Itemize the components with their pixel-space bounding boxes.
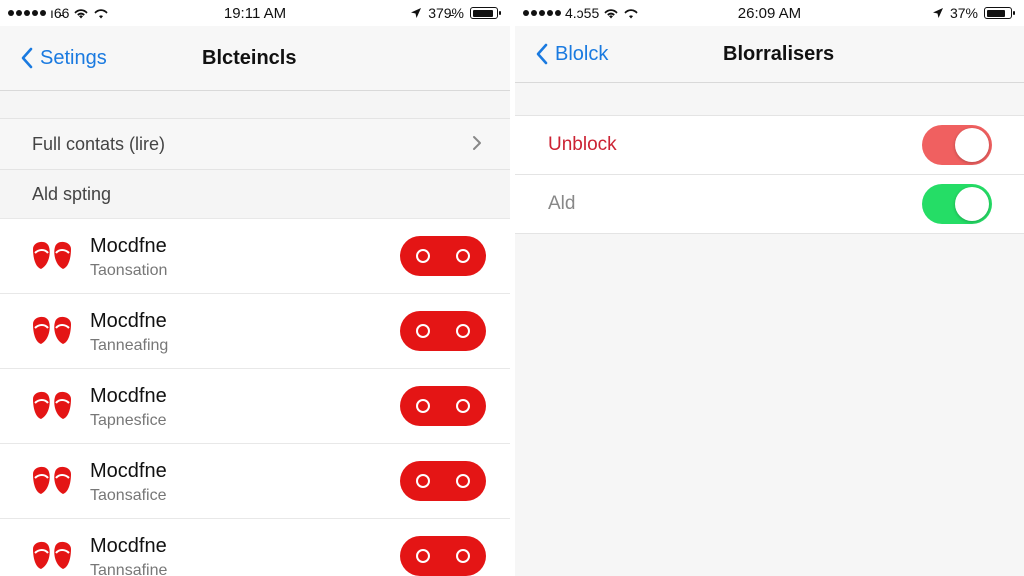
contact-subtitle: Tapnesfice <box>90 412 167 429</box>
contact-subtitle: Tannsafine <box>90 562 168 576</box>
ring-icon <box>416 324 430 338</box>
battery-icon <box>984 7 1015 19</box>
red-mask-icon <box>28 383 76 431</box>
page-title: Blcteincls <box>202 46 297 69</box>
unblock-toggle[interactable] <box>922 125 992 165</box>
contact-name: Mocdfne <box>90 235 167 257</box>
ring-icon <box>416 474 430 488</box>
location-arrow-icon <box>932 8 943 18</box>
ring-icon <box>456 324 470 338</box>
ring-icon <box>456 474 470 488</box>
block-toggle[interactable] <box>400 536 486 576</box>
page-title: Blorralisers <box>723 42 835 65</box>
contact-row[interactable]: Mocdfne Tannsafine <box>0 518 510 576</box>
contact-name: Mocdfne <box>90 535 167 557</box>
contact-subtitle: Tanneafing <box>90 337 169 354</box>
chevron-left-icon <box>536 43 548 65</box>
back-button[interactable]: Blolck <box>535 26 608 82</box>
ring-icon <box>456 249 470 263</box>
block-toggle[interactable] <box>400 386 486 426</box>
contact-row[interactable]: Mocdfne Taonsation <box>0 218 510 293</box>
block-toggle[interactable] <box>400 461 486 501</box>
chevron-left-icon <box>21 47 33 69</box>
status-bar: 4.ↄ55 26:09 AM 37% <box>515 0 1024 26</box>
unblock-label: Unblock <box>548 134 617 155</box>
navigation-bar: Setings Blcteincls <box>0 26 510 91</box>
contact-row[interactable]: Mocdfne Taonsafice <box>0 443 510 518</box>
toggle-knob <box>955 187 989 221</box>
contact-name: Mocdfne <box>90 385 167 407</box>
red-mask-icon <box>28 308 76 356</box>
ring-icon <box>456 549 470 563</box>
right-screen: 4.ↄ55 26:09 AM 37% Blolck Blorralisers U… <box>515 0 1024 576</box>
red-mask-icon <box>28 458 76 506</box>
section-header: Ald spting <box>32 184 112 204</box>
ring-icon <box>416 249 430 263</box>
left-screen: ı6̵6 19:11 AM 379̵% Setings Blcteincls F… <box>0 0 510 576</box>
blocked-contacts-list: Mocdfne Taonsation Mocdfne Tanneafing Mo… <box>0 218 510 576</box>
red-mask-icon <box>28 533 76 576</box>
location-arrow-icon <box>411 8 422 18</box>
toggle-knob <box>955 128 989 162</box>
ring-icon <box>456 399 470 413</box>
red-mask-icon <box>28 233 76 281</box>
chevron-right-icon <box>473 136 481 150</box>
ald-row[interactable]: Ald <box>515 175 1024 234</box>
battery-percent: 379̵% <box>428 5 464 21</box>
ald-toggle[interactable] <box>922 184 992 224</box>
back-label: Blolck <box>555 42 609 65</box>
contact-name: Mocdfne <box>90 460 167 482</box>
contact-subtitle: Taonsation <box>90 262 168 279</box>
battery-percent: 37% <box>949 5 978 21</box>
contact-subtitle: Taonsafice <box>90 487 167 504</box>
unblock-row[interactable]: Unblock <box>515 116 1024 175</box>
ring-icon <box>416 399 430 413</box>
battery-icon <box>470 7 501 19</box>
back-label: Setings <box>40 46 107 69</box>
back-button[interactable]: Setings <box>20 26 107 90</box>
full-contacts-row[interactable]: Full contats (lire) <box>0 118 510 170</box>
navigation-bar: Blolck Blorralisers <box>515 26 1024 83</box>
full-contacts-label: Full contats (lire) <box>32 133 166 154</box>
ring-icon <box>416 549 430 563</box>
status-right: 37% <box>932 5 1015 21</box>
status-bar: ı6̵6 19:11 AM 379̵% <box>0 0 510 26</box>
block-settings-group: Unblock Ald <box>515 115 1024 234</box>
contact-row[interactable]: Mocdfne Tanneafing <box>0 293 510 368</box>
block-toggle[interactable] <box>400 236 486 276</box>
block-toggle[interactable] <box>400 311 486 351</box>
contact-row[interactable]: Mocdfne Tapnesfice <box>0 368 510 443</box>
status-right: 379̵% <box>410 5 501 21</box>
ald-label: Ald <box>548 193 576 214</box>
contact-name: Mocdfne <box>90 310 167 332</box>
